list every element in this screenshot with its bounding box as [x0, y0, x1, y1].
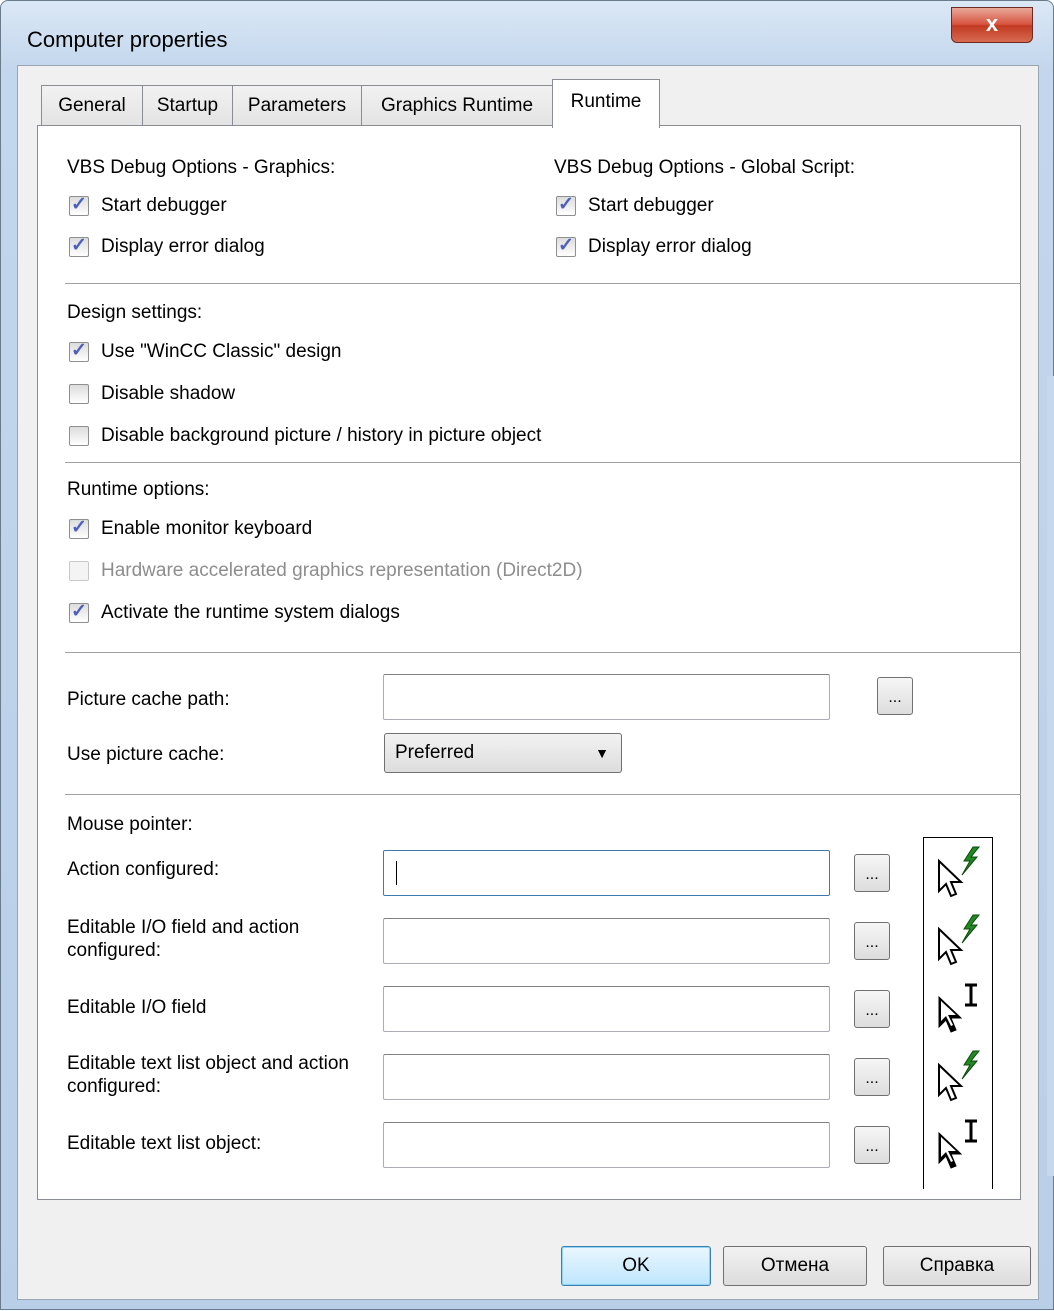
arrow-lightning-cursor-icon: [929, 843, 987, 906]
separator: [65, 283, 1021, 284]
editable-textlist-input[interactable]: [383, 1122, 830, 1168]
check-mark-icon: ✓: [71, 517, 87, 538]
editable-io-browse-button[interactable]: ...: [854, 990, 890, 1028]
hw-accel-label: Hardware accelerated graphics representa…: [101, 560, 583, 581]
use-picture-cache-select[interactable]: Preferred ▼: [384, 733, 622, 773]
separator: [65, 652, 1021, 653]
system-dialogs-label[interactable]: Activate the runtime system dialogs: [101, 602, 400, 624]
vbs-graphics-heading: VBS Debug Options - Graphics:: [67, 157, 336, 178]
runtime-options-heading: Runtime options:: [67, 479, 210, 500]
arrow-lightning-cursor-icon: [929, 1047, 987, 1110]
start-debugger-graphics-label[interactable]: Start debugger: [101, 195, 227, 217]
picture-cache-browse-button[interactable]: ...: [877, 677, 913, 715]
check-mark-icon: ✓: [71, 601, 87, 622]
disable-background-checkbox[interactable]: [69, 426, 89, 446]
check-mark-icon: ✓: [71, 194, 87, 215]
hw-accel-checkbox: [69, 561, 89, 581]
arrow-ibeam-cursor-icon: [929, 979, 987, 1042]
mouse-row-label: Editable I/O field and action configured…: [67, 917, 300, 961]
action-configured-input[interactable]: [383, 850, 830, 896]
editable-io-action-browse-button[interactable]: ...: [854, 922, 890, 960]
monitor-keyboard-label[interactable]: Enable monitor keyboard: [101, 518, 312, 540]
picture-cache-path-input[interactable]: [383, 674, 830, 720]
editable-textlist-browse-button[interactable]: ...: [854, 1126, 890, 1164]
runtime-tab-content: VBS Debug Options - Graphics: ✓ Start de…: [1, 1, 1054, 1311]
mouse-row-label: Action configured:: [67, 859, 220, 880]
text-caret: [396, 861, 397, 885]
separator: [65, 794, 1021, 795]
monitor-keyboard-checkbox[interactable]: ✓: [69, 517, 89, 539]
disable-shadow-checkbox[interactable]: [69, 384, 89, 404]
start-debugger-global-label[interactable]: Start debugger: [588, 195, 714, 217]
vbs-global-heading: VBS Debug Options - Global Script:: [554, 157, 855, 178]
editable-io-action-input[interactable]: [383, 918, 830, 964]
check-mark-icon: ✓: [558, 235, 574, 256]
arrow-ibeam-cursor-icon: [929, 1115, 987, 1178]
check-mark-icon: ✓: [558, 194, 574, 215]
display-error-global-checkbox[interactable]: ✓: [556, 235, 576, 257]
mouse-row-label: Editable text list object and action con…: [67, 1053, 350, 1097]
dropdown-arrow-icon: ▼: [595, 745, 609, 761]
disable-shadow-label[interactable]: Disable shadow: [101, 383, 235, 405]
editable-io-input[interactable]: [383, 986, 830, 1032]
arrow-lightning-cursor-icon: [929, 911, 987, 974]
dialog-window: Computer properties x General Startup Pa…: [0, 0, 1054, 1310]
editable-textlist-action-input[interactable]: [383, 1054, 830, 1100]
mouse-row-label: Editable I/O field: [67, 997, 207, 1018]
check-mark-icon: ✓: [71, 340, 87, 361]
disable-background-label[interactable]: Disable background picture / history in …: [101, 425, 541, 447]
separator: [65, 462, 1021, 463]
design-settings-heading: Design settings:: [67, 302, 203, 323]
use-picture-cache-value: Preferred: [395, 742, 475, 763]
mouse-row-label: Editable text list object:: [67, 1133, 262, 1154]
start-debugger-global-checkbox[interactable]: ✓: [556, 194, 576, 216]
display-error-graphics-checkbox[interactable]: ✓: [69, 235, 89, 257]
start-debugger-graphics-checkbox[interactable]: ✓: [69, 194, 89, 216]
action-configured-browse-button[interactable]: ...: [854, 854, 890, 892]
use-classic-label[interactable]: Use "WinCC Classic" design: [101, 341, 342, 363]
display-error-global-label[interactable]: Display error dialog: [588, 236, 752, 258]
mouse-pointer-heading: Mouse pointer:: [67, 814, 193, 835]
use-picture-cache-label: Use picture cache:: [67, 744, 225, 765]
editable-textlist-action-browse-button[interactable]: ...: [854, 1058, 890, 1096]
system-dialogs-checkbox[interactable]: ✓: [69, 601, 89, 623]
display-error-graphics-label[interactable]: Display error dialog: [101, 236, 265, 258]
use-classic-checkbox[interactable]: ✓: [69, 340, 89, 362]
picture-cache-path-label: Picture cache path:: [67, 689, 230, 710]
check-mark-icon: ✓: [71, 235, 87, 256]
